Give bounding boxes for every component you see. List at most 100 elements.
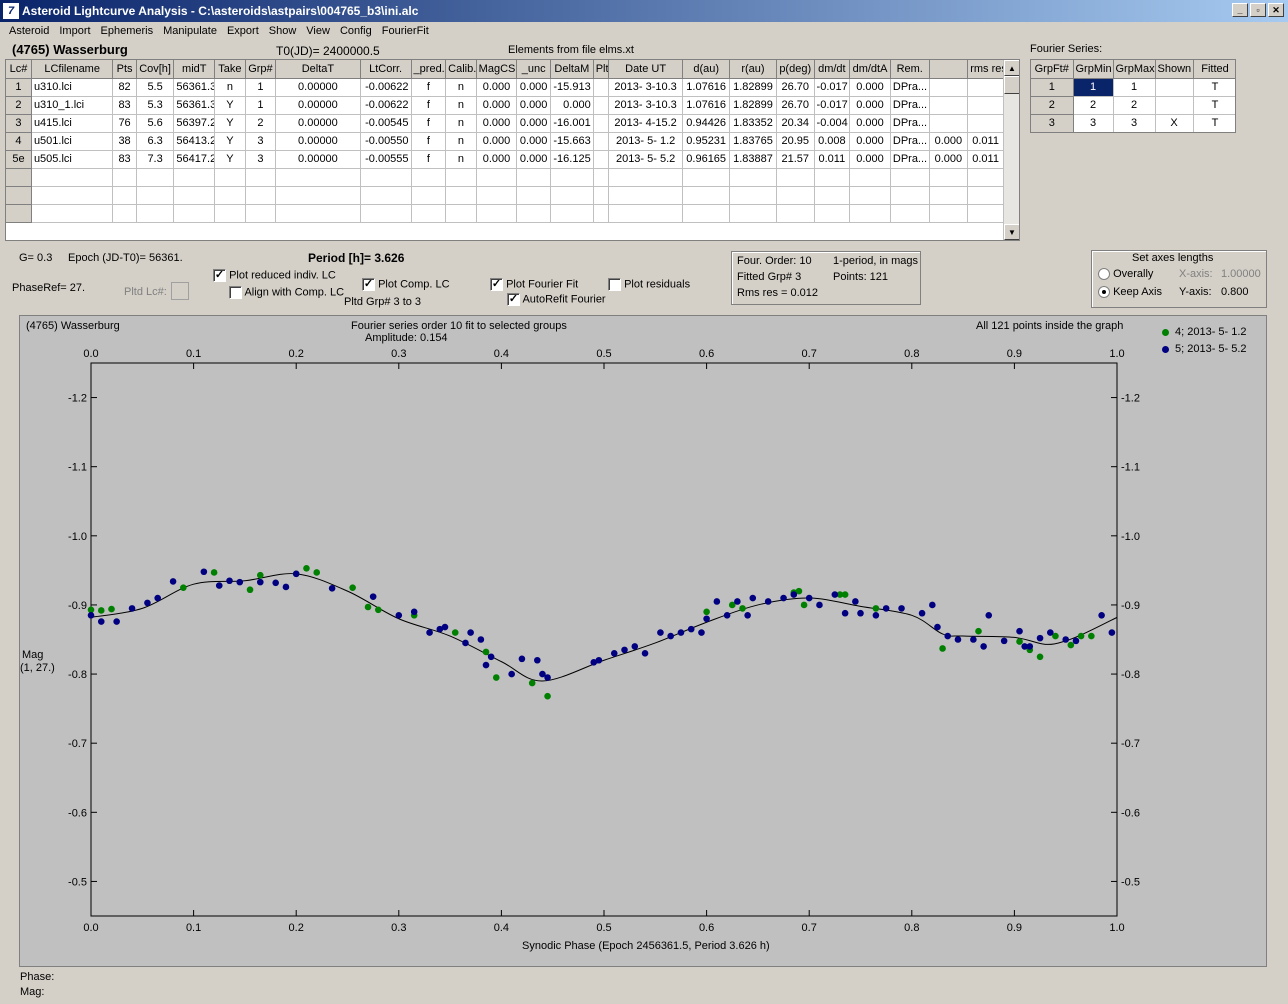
table-cell[interactable]: DPra... [890, 114, 930, 133]
row-header[interactable] [6, 186, 32, 205]
table-cell[interactable] [593, 78, 609, 97]
table-cell[interactable]: 21.57 [776, 150, 815, 169]
table-cell[interactable]: 3 [1073, 114, 1114, 132]
table-cell[interactable]: -0.00545 [360, 114, 412, 133]
row-header[interactable]: 3 [1031, 114, 1074, 132]
table-cell[interactable]: 83 [112, 150, 137, 169]
table-cell[interactable]: 76 [112, 114, 137, 133]
fourier-col-header[interactable]: GrpMax [1113, 60, 1156, 79]
comp-check[interactable]: ✓ Plot Comp. LC [362, 278, 450, 291]
table-cell[interactable]: 0.00000 [275, 78, 361, 97]
lc-col-header[interactable]: Pts [112, 60, 137, 79]
table-cell[interactable]: f [411, 114, 447, 133]
table-cell[interactable] [593, 132, 609, 151]
align-check[interactable]: Align with Comp. LC [229, 286, 344, 299]
scroll-thumb[interactable] [1004, 76, 1019, 94]
table-cell[interactable]: -16.001 [550, 114, 594, 133]
table-cell[interactable]: f [411, 96, 447, 115]
table-cell[interactable]: 1.83887 [729, 150, 777, 169]
table-cell[interactable] [245, 186, 277, 205]
restore-button[interactable]: ▫ [1250, 3, 1266, 17]
table-cell[interactable]: 0.000 [550, 96, 594, 115]
table-cell[interactable]: n [214, 78, 246, 97]
table-cell[interactable]: n [445, 96, 477, 115]
fourier-table[interactable]: GrpFt# GrpMin GrpMax Shown Fitted 1 1 1 T 2 2 2 T 3 3 3… [1030, 59, 1236, 133]
table-cell[interactable] [516, 168, 551, 187]
table-cell[interactable]: 0.011 [967, 132, 1004, 151]
resid-check[interactable]: Plot residuals [608, 278, 690, 291]
table-cell[interactable]: 1 [1073, 78, 1114, 97]
row-header[interactable]: 3 [6, 114, 32, 133]
table-cell[interactable] [729, 168, 777, 187]
table-cell[interactable] [682, 186, 731, 205]
table-cell[interactable] [245, 204, 277, 223]
table-cell[interactable]: -0.00555 [360, 150, 412, 169]
row-header[interactable] [6, 204, 32, 223]
table-cell[interactable]: 5.5 [136, 78, 175, 97]
fourier-check[interactable]: ✓ Plot Fourier Fit [490, 278, 578, 291]
table-cell[interactable]: 0.00000 [275, 132, 361, 151]
table-cell[interactable] [516, 204, 551, 223]
menu-asteroid[interactable]: Asteroid [4, 25, 54, 37]
table-cell[interactable]: 26.70 [776, 96, 815, 115]
menu-fourierfit[interactable]: FourierFit [377, 25, 434, 37]
table-cell[interactable]: 0.000 [929, 150, 969, 169]
row-header[interactable] [6, 168, 32, 187]
table-cell[interactable] [608, 168, 684, 187]
table-row[interactable]: 4 u501.lci 38 6.3 56413.2 Y 3 0.00000 -0.00550 f n… [6, 132, 1004, 151]
table-cell[interactable]: 0.00000 [275, 150, 361, 169]
keep-axis-radio[interactable]: Keep Axis [1098, 286, 1162, 299]
table-cell[interactable]: 2013- 4-15.2 [608, 114, 684, 133]
table-cell[interactable] [31, 204, 114, 223]
table-cell[interactable] [682, 204, 731, 223]
table-cell[interactable]: -0.017 [814, 78, 851, 97]
table-cell[interactable]: u501.lci [31, 132, 114, 151]
table-cell[interactable] [849, 168, 891, 187]
table-cell[interactable]: 0.011 [814, 150, 851, 169]
table-cell[interactable]: T [1193, 96, 1235, 115]
table-cell[interactable]: f [411, 150, 447, 169]
table-cell[interactable]: 2 [245, 114, 277, 133]
table-cell[interactable]: 0.000 [476, 150, 518, 169]
table-cell[interactable]: 83 [112, 96, 137, 115]
table-row[interactable]: 333XT [1031, 114, 1235, 132]
table-cell[interactable] [136, 168, 175, 187]
table-cell[interactable]: 2013- 5- 5.2 [608, 150, 684, 169]
table-cell[interactable]: DPra... [890, 78, 930, 97]
table-cell[interactable]: Y [214, 132, 246, 151]
table-cell[interactable]: 2013- 5- 1.2 [608, 132, 684, 151]
table-cell[interactable] [890, 168, 930, 187]
row-header[interactable]: 2 [1031, 96, 1074, 115]
menu-import[interactable]: Import [54, 25, 95, 37]
lc-col-header[interactable]: midT [173, 60, 216, 79]
table-cell[interactable]: 1.07616 [682, 96, 731, 115]
table-cell[interactable]: 1.83765 [729, 132, 777, 151]
table-cell[interactable]: 56413.2 [173, 132, 216, 151]
table-cell[interactable] [445, 186, 477, 205]
table-cell[interactable] [608, 204, 684, 223]
table-cell[interactable] [445, 204, 477, 223]
table-cell[interactable] [112, 168, 137, 187]
table-cell[interactable] [593, 168, 609, 187]
table-row[interactable]: 1 u310.lci 82 5.5 56361.3 n 1 0.00000 -0.00622 f n… [6, 78, 1004, 97]
table-cell[interactable] [929, 114, 969, 133]
table-row[interactable]: 222T [1031, 96, 1235, 115]
lc-col-header[interactable]: d(au) [682, 60, 731, 79]
table-cell[interactable]: 5.6 [136, 114, 175, 133]
table-cell[interactable]: 0.00000 [275, 96, 361, 115]
table-cell[interactable]: X [1155, 114, 1194, 132]
table-cell[interactable]: 0.000 [849, 96, 891, 115]
table-cell[interactable]: Y [214, 150, 246, 169]
row-header[interactable]: 1 [1031, 78, 1074, 97]
table-cell[interactable]: 0.000 [929, 132, 969, 151]
refit-checkbox[interactable]: ✓ [507, 293, 520, 306]
table-cell[interactable]: 3 [245, 150, 277, 169]
lc-col-header[interactable]: Calib. [445, 60, 477, 79]
scroll-up-arrow-icon[interactable]: ▲ [1004, 60, 1019, 76]
table-cell[interactable]: 1 [245, 78, 277, 97]
scroll-down-arrow-icon[interactable]: ▼ [1004, 224, 1019, 240]
table-cell[interactable] [476, 186, 518, 205]
table-cell[interactable]: 0.95231 [682, 132, 731, 151]
table-cell[interactable]: 0.000 [849, 114, 891, 133]
table-cell[interactable]: f [411, 78, 447, 97]
